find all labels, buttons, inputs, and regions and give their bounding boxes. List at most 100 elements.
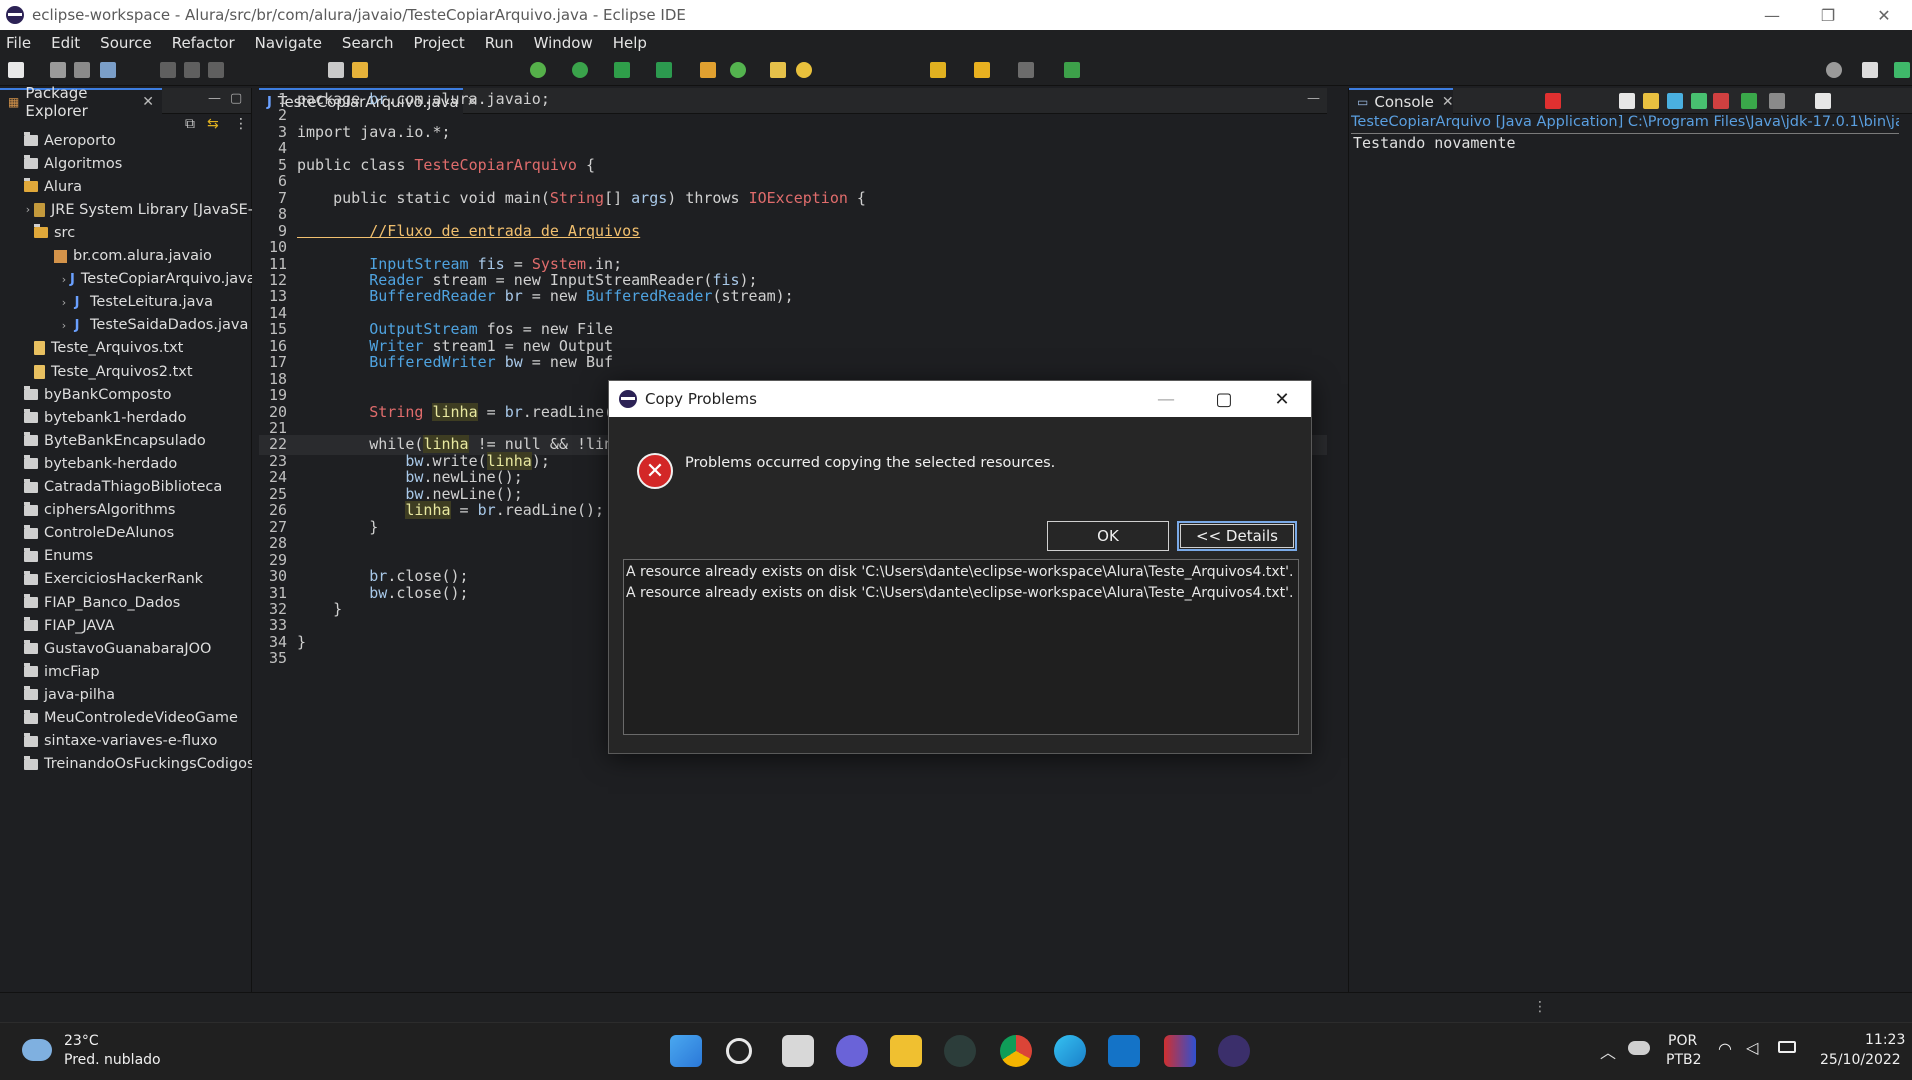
tree-item[interactable]: bytebank1-herdado bbox=[0, 406, 252, 429]
tree-item[interactable]: Teste_Arquivos2.txt bbox=[0, 360, 252, 383]
run-icon[interactable] bbox=[572, 62, 588, 78]
tree-item[interactable]: › J TesteSaidaDados.java bbox=[0, 314, 252, 337]
close-button[interactable]: ✕ bbox=[1856, 0, 1912, 30]
save-icon[interactable] bbox=[50, 62, 66, 78]
tree-item[interactable]: TreinandoOsFuckingsCodigos bbox=[0, 753, 252, 776]
task-view-icon[interactable] bbox=[782, 1035, 814, 1067]
restore-button[interactable]: ❐ bbox=[1800, 0, 1856, 30]
forward-icon[interactable] bbox=[1018, 62, 1034, 78]
open-console-icon[interactable] bbox=[1815, 93, 1831, 109]
prev-edit-icon[interactable] bbox=[930, 62, 946, 78]
teams-chat-icon[interactable] bbox=[836, 1035, 868, 1067]
close-icon[interactable]: ✕ bbox=[1442, 94, 1454, 110]
app-c-icon[interactable] bbox=[944, 1035, 976, 1067]
tree-item[interactable]: FIAP_JAVA bbox=[0, 614, 252, 637]
new-java-class-icon[interactable] bbox=[730, 62, 746, 78]
chevron-right-icon[interactable]: › bbox=[22, 203, 34, 216]
status-menu-icon[interactable]: ⋮ bbox=[1533, 999, 1547, 1015]
start-icon[interactable] bbox=[670, 1035, 702, 1067]
tree-item[interactable]: byBankComposto bbox=[0, 383, 252, 406]
chevron-up-icon[interactable]: ︿ bbox=[1600, 1039, 1616, 1063]
quick-access-search-icon[interactable] bbox=[1826, 62, 1842, 78]
suspend-icon[interactable] bbox=[184, 62, 200, 78]
tree-item[interactable]: Aeroporto bbox=[0, 129, 252, 152]
language-top[interactable]: POR bbox=[1668, 1033, 1697, 1049]
resume-icon[interactable] bbox=[160, 62, 176, 78]
minimize-view-icon[interactable]: — bbox=[208, 91, 221, 106]
terminate-icon[interactable] bbox=[208, 62, 224, 78]
menu-window[interactable]: Window bbox=[524, 34, 603, 52]
menu-run[interactable]: Run bbox=[475, 34, 524, 52]
outlook-icon[interactable] bbox=[1108, 1035, 1140, 1067]
menu-help[interactable]: Help bbox=[603, 34, 657, 52]
clock-time[interactable]: 11:23 bbox=[1865, 1032, 1905, 1048]
weather-description[interactable]: Pred. nublado bbox=[64, 1052, 161, 1068]
tree-item[interactable]: Alura bbox=[0, 175, 252, 198]
toggle-breakpoint-icon[interactable] bbox=[328, 62, 344, 78]
language-bottom[interactable]: PTB2 bbox=[1666, 1052, 1702, 1068]
wifi-icon[interactable]: ◠ bbox=[1718, 1039, 1732, 1058]
volume-icon[interactable]: ◁ bbox=[1746, 1038, 1758, 1057]
chevron-right-icon[interactable]: › bbox=[58, 296, 70, 309]
onedrive-icon[interactable] bbox=[1628, 1041, 1650, 1055]
new-java-package-icon[interactable] bbox=[700, 62, 716, 78]
open-type-icon[interactable] bbox=[770, 62, 786, 78]
maximize-view-icon[interactable]: ▢ bbox=[230, 91, 242, 106]
menu-search[interactable]: Search bbox=[332, 34, 404, 52]
intellij-icon[interactable] bbox=[1164, 1035, 1196, 1067]
tab-package-explorer[interactable]: ▦ Package Explorer ✕ bbox=[0, 84, 162, 120]
tree-item[interactable]: GustavoGuanabaraJOO bbox=[0, 637, 252, 660]
pin-console-icon[interactable] bbox=[1741, 93, 1757, 109]
terminate-icon[interactable] bbox=[1545, 93, 1561, 109]
search-icon[interactable] bbox=[796, 62, 812, 78]
save-all-icon[interactable] bbox=[74, 62, 90, 78]
tree-item[interactable]: bytebank-herdado bbox=[0, 452, 252, 475]
details-list[interactable]: A resource already exists on disk 'C:\Us… bbox=[623, 559, 1299, 735]
tree-item[interactable]: ControleDeAlunos bbox=[0, 522, 252, 545]
dialog-maximize-button[interactable]: ▢ bbox=[1195, 381, 1253, 417]
dialog-close-button[interactable]: ✕ bbox=[1253, 381, 1311, 417]
file-explorer-icon[interactable] bbox=[890, 1035, 922, 1067]
chevron-right-icon[interactable]: › bbox=[58, 319, 70, 332]
weather-cloud-icon[interactable] bbox=[22, 1039, 52, 1061]
clear-console-icon[interactable] bbox=[1619, 93, 1635, 109]
battery-icon[interactable] bbox=[1778, 1041, 1796, 1053]
tree-item[interactable]: ciphersAlgorithms bbox=[0, 499, 252, 522]
show-stdout-icon[interactable] bbox=[1691, 93, 1707, 109]
chrome-icon[interactable] bbox=[1000, 1035, 1032, 1067]
tree-item[interactable]: MeuControledeVideoGame bbox=[0, 707, 252, 730]
clock-date[interactable]: 25/10/2022 bbox=[1820, 1052, 1901, 1068]
menu-project[interactable]: Project bbox=[403, 34, 474, 52]
ok-button[interactable]: OK bbox=[1047, 521, 1169, 551]
menu-refactor[interactable]: Refactor bbox=[162, 34, 245, 52]
tree-item[interactable]: java-pilha bbox=[0, 683, 252, 706]
tree-item[interactable]: Enums bbox=[0, 545, 252, 568]
menu-edit[interactable]: Edit bbox=[41, 34, 90, 52]
weather-temperature[interactable]: 23°C bbox=[64, 1033, 99, 1049]
tree-item[interactable]: src bbox=[0, 221, 252, 244]
tree-item[interactable]: br.com.alura.javaio bbox=[0, 245, 252, 268]
tree-item[interactable]: sintaxe-variaves-e-fluxo bbox=[0, 730, 252, 753]
display-console-icon[interactable] bbox=[1769, 93, 1785, 109]
menu-navigate[interactable]: Navigate bbox=[245, 34, 332, 52]
tree-item[interactable]: › JRE System Library [JavaSE-17] bbox=[0, 198, 252, 221]
tree-item[interactable]: imcFiap bbox=[0, 660, 252, 683]
word-wrap-icon[interactable] bbox=[1667, 93, 1683, 109]
tree-item[interactable]: FIAP_Banco_Dados bbox=[0, 591, 252, 614]
tab-console[interactable]: ▭ Console ✕ bbox=[1349, 88, 1454, 114]
eclipse-taskbar-icon[interactable] bbox=[1218, 1035, 1250, 1067]
scroll-lock-icon[interactable] bbox=[1643, 93, 1659, 109]
coverage-icon[interactable] bbox=[614, 62, 630, 78]
new-icon[interactable] bbox=[8, 62, 24, 78]
show-stderr-icon[interactable] bbox=[1713, 93, 1729, 109]
back-icon[interactable] bbox=[974, 62, 990, 78]
dialog-minimize-button[interactable]: — bbox=[1137, 381, 1195, 417]
taskbar-search-icon[interactable] bbox=[726, 1038, 752, 1064]
tree-item[interactable]: › J TesteLeitura.java bbox=[0, 291, 252, 314]
menu-file[interactable]: File bbox=[0, 34, 41, 52]
print-icon[interactable] bbox=[100, 62, 116, 78]
menu-source[interactable]: Source bbox=[90, 34, 162, 52]
tree-item[interactable]: ExerciciosHackerRank bbox=[0, 568, 252, 591]
external-tools-icon[interactable] bbox=[656, 62, 672, 78]
java-perspective-icon[interactable] bbox=[1894, 62, 1910, 78]
